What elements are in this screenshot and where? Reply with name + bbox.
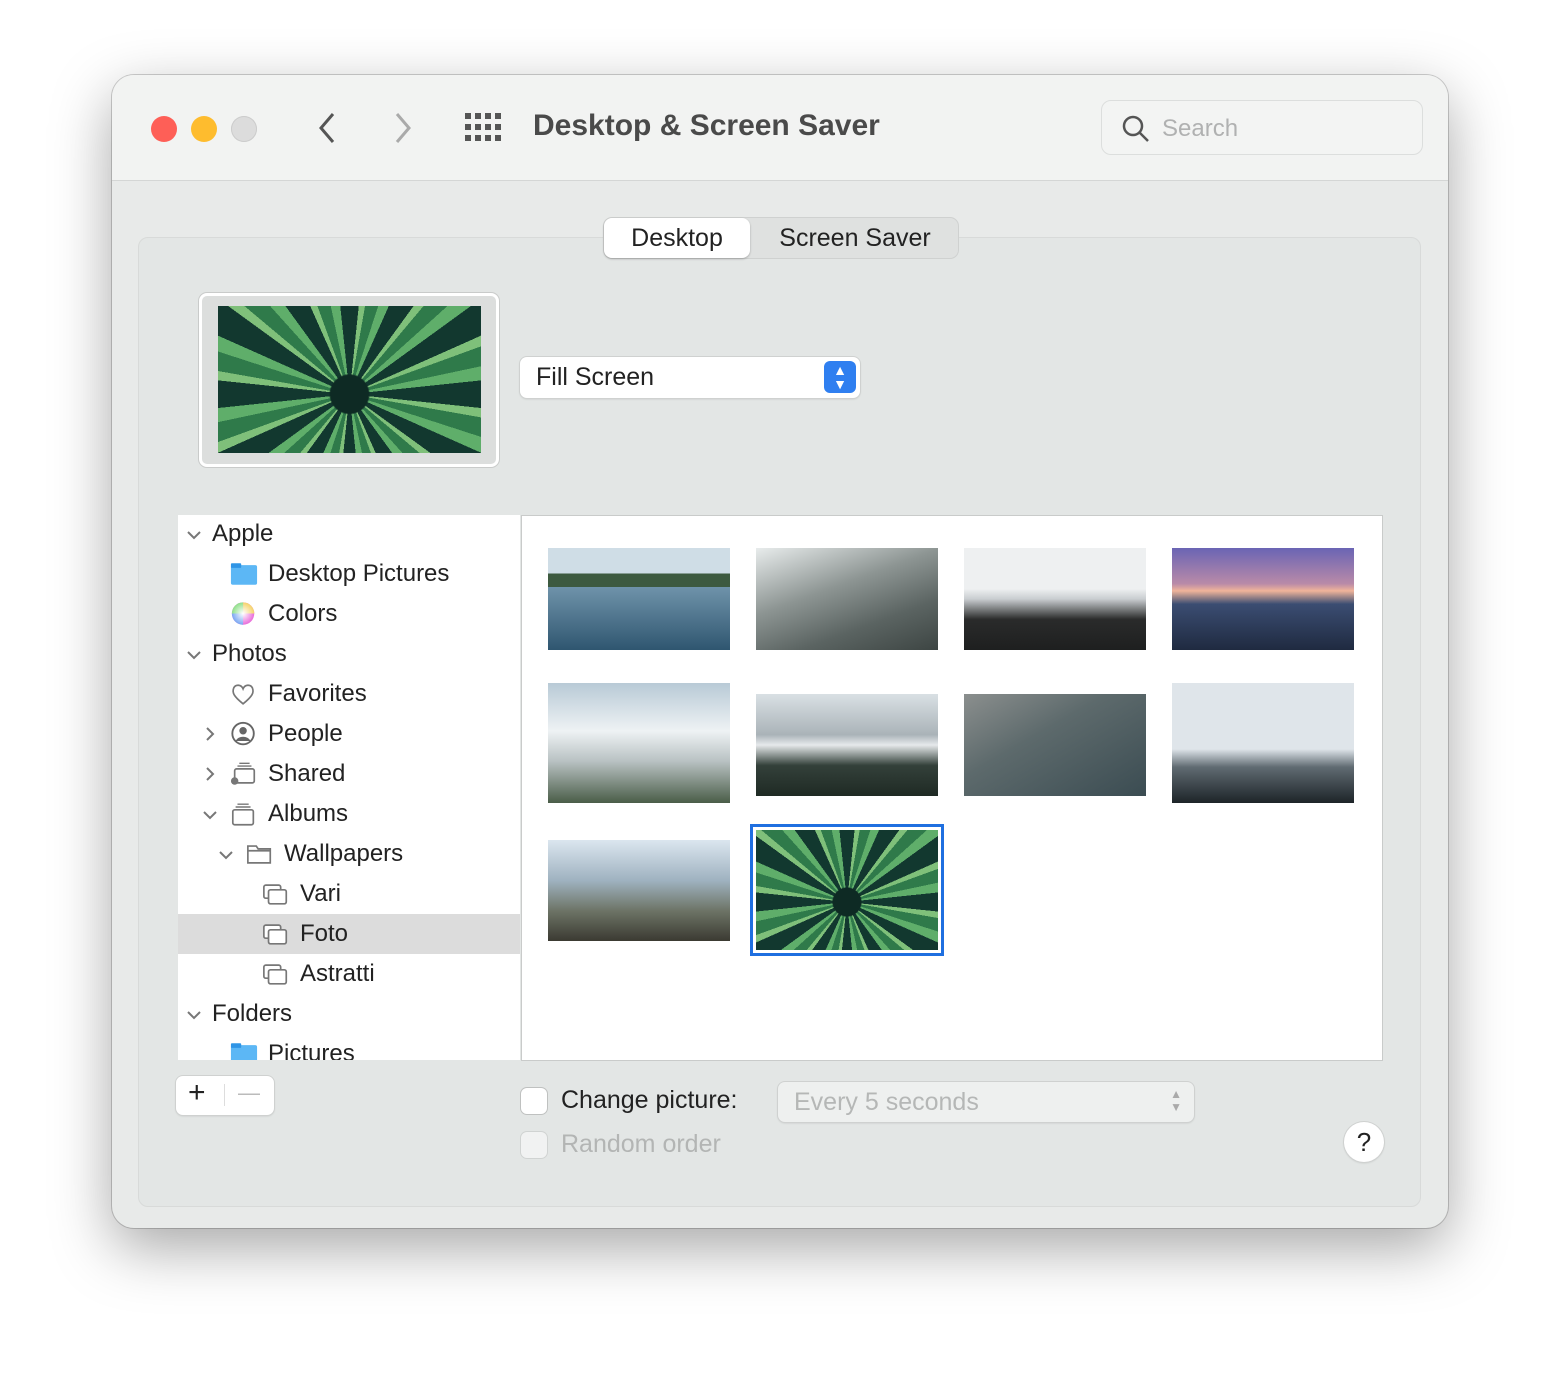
- sidebar-item-apple[interactable]: Apple: [178, 515, 520, 554]
- sidebar-item-folders[interactable]: Folders: [178, 994, 520, 1034]
- album-icon: [263, 884, 288, 905]
- wallpaper-thumbnail[interactable]: [1172, 548, 1354, 650]
- search-icon: [1122, 115, 1149, 142]
- current-wallpaper-preview: [199, 293, 499, 467]
- wallpaper-thumbnail[interactable]: [756, 694, 938, 796]
- random-order-label: Random order: [561, 1130, 721, 1158]
- wallpaper-thumbnail[interactable]: [1172, 683, 1354, 803]
- sidebar-item-colors[interactable]: Colors: [178, 594, 520, 634]
- tab-desktop[interactable]: Desktop: [604, 218, 750, 258]
- help-button[interactable]: ?: [1344, 1122, 1384, 1162]
- disclosure-open-icon[interactable]: [218, 846, 234, 862]
- random-order-checkbox[interactable]: [521, 1132, 547, 1158]
- back-icon[interactable]: [316, 111, 338, 145]
- sidebar-item-label: Pictures: [268, 1040, 355, 1060]
- heart-icon: [232, 684, 254, 705]
- tab-bar: Desktop Screen Saver: [603, 217, 959, 259]
- sidebar-item-label: Favorites: [268, 680, 367, 707]
- interval-value: Every 5 seconds: [794, 1088, 979, 1116]
- minimize-button[interactable]: [191, 116, 217, 142]
- thumbnail-image: [756, 830, 938, 950]
- window: Desktop & Screen Saver Search Desktop Sc…: [112, 75, 1448, 1228]
- title-bar: Desktop & Screen Saver Search: [112, 75, 1448, 181]
- sidebar-item-shared[interactable]: Shared: [178, 754, 520, 794]
- sidebar-item-label: Shared: [268, 760, 346, 787]
- sidebar-item-label: Albums: [268, 800, 349, 827]
- sidebar-item-label: Colors: [268, 600, 338, 627]
- disclosure-open-icon[interactable]: [186, 526, 202, 542]
- shared-album-icon: [230, 762, 256, 785]
- sidebar-item-pictures[interactable]: Pictures: [178, 1034, 520, 1060]
- sidebar-item-photos[interactable]: Photos: [178, 634, 520, 674]
- disclosure-open-icon[interactable]: [202, 806, 218, 822]
- wallpaper-thumbnail-selected[interactable]: [750, 824, 944, 956]
- sidebar-item-label: Desktop Pictures: [268, 560, 450, 587]
- search-input[interactable]: Search: [1101, 100, 1423, 155]
- disclosure-open-icon[interactable]: [186, 1006, 202, 1022]
- folder-outline-icon: [247, 845, 272, 864]
- preview-image: [218, 306, 481, 453]
- wallpaper-thumbnail[interactable]: [548, 548, 730, 650]
- sidebar-item-label: People: [268, 720, 343, 747]
- fit-mode-value: Fill Screen: [536, 363, 655, 391]
- pictures-folder-icon: [230, 1043, 258, 1060]
- change-picture-checkbox[interactable]: [521, 1088, 547, 1114]
- sidebar-item-label: Apple: [212, 520, 274, 547]
- add-remove-control: + —: [176, 1076, 274, 1115]
- remove-button[interactable]: —: [238, 1080, 260, 1106]
- source-sidebar[interactable]: Apple Desktop Pictures Colors Photos Favorit…: [178, 515, 520, 1060]
- disclosure-closed-icon[interactable]: [202, 726, 218, 742]
- close-button[interactable]: [151, 116, 177, 142]
- sidebar-item-label: Foto: [300, 920, 349, 947]
- sidebar-item-label: Folders: [212, 1000, 293, 1027]
- tab-screen-saver[interactable]: Screen Saver: [752, 218, 958, 258]
- sidebar-item-label: Photos: [212, 640, 287, 667]
- grid-icon[interactable]: [465, 113, 503, 143]
- updown-chevron-icon: ▲ ▼: [1170, 1087, 1182, 1114]
- wallpaper-thumbnail[interactable]: [964, 694, 1146, 796]
- sidebar-item-label: Vari: [300, 880, 341, 907]
- folder-icon: [230, 563, 258, 585]
- sidebar-item-favorites[interactable]: Favorites: [178, 674, 520, 714]
- divider: [224, 1084, 225, 1106]
- sidebar-item-foto[interactable]: Foto: [178, 914, 520, 954]
- albums-icon: [231, 803, 255, 826]
- disclosure-closed-icon[interactable]: [202, 766, 218, 782]
- sidebar-item-people[interactable]: People: [178, 714, 520, 754]
- wallpaper-thumbnail[interactable]: [548, 683, 730, 803]
- window-title: Desktop & Screen Saver: [533, 109, 880, 142]
- color-wheel-icon: [231, 602, 255, 625]
- wallpaper-thumbnail[interactable]: [756, 548, 938, 650]
- zoom-button[interactable]: [231, 116, 257, 142]
- sidebar-item-astratti[interactable]: Astratti: [178, 954, 520, 994]
- sidebar-item-wallpapers[interactable]: Wallpapers: [178, 834, 520, 874]
- sidebar-item-desktop-pictures[interactable]: Desktop Pictures: [178, 554, 520, 594]
- sidebar-item-vari[interactable]: Vari: [178, 874, 520, 914]
- person-circle-icon: [231, 721, 255, 746]
- wallpaper-thumbnail[interactable]: [964, 548, 1146, 650]
- interval-popup[interactable]: Every 5 seconds ▲ ▼: [778, 1082, 1194, 1122]
- sidebar-item-label: Wallpapers: [284, 840, 404, 867]
- updown-chevron-icon: ▲ ▼: [824, 361, 856, 393]
- disclosure-open-icon[interactable]: [186, 646, 202, 662]
- album-icon: [263, 924, 288, 945]
- forward-icon[interactable]: [392, 111, 414, 145]
- fit-mode-popup[interactable]: Fill Screen ▲ ▼: [520, 357, 860, 398]
- sidebar-item-albums[interactable]: Albums: [178, 794, 520, 834]
- search-placeholder: Search: [1162, 115, 1239, 142]
- add-button[interactable]: +: [188, 1076, 206, 1110]
- wallpaper-thumbnail[interactable]: [548, 840, 730, 941]
- sidebar-item-label: Astratti: [300, 960, 375, 987]
- album-icon: [263, 964, 288, 985]
- change-picture-label: Change picture:: [561, 1086, 738, 1114]
